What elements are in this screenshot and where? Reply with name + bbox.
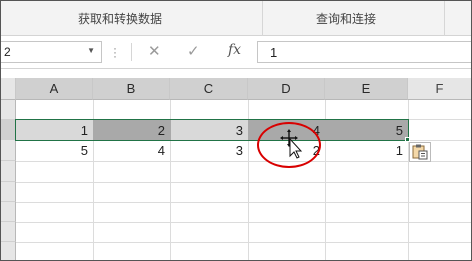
gridline xyxy=(16,161,472,162)
cell-b-row2[interactable]: 4 xyxy=(93,140,170,161)
column-header-e[interactable]: E xyxy=(325,78,408,100)
row-header[interactable] xyxy=(0,161,16,182)
name-box-dropdown-icon[interactable]: ▼ xyxy=(87,46,95,55)
cell-a-row2[interactable]: 5 xyxy=(16,140,93,161)
gridline xyxy=(16,222,472,223)
paste-options-icon xyxy=(412,144,428,160)
name-box[interactable]: 2 ▼ xyxy=(0,41,102,63)
formula-bar: 2 ▼ · · · ✕ ✓ fx 1 xyxy=(0,37,472,69)
ribbon-divider xyxy=(262,0,263,36)
row-header[interactable] xyxy=(0,100,16,120)
column-header-c[interactable]: C xyxy=(170,78,248,100)
formula-input-value: 1 xyxy=(270,45,278,60)
row-header[interactable] xyxy=(0,242,16,261)
ribbon-group-get-transform-data[interactable]: 获取和转换数据 xyxy=(78,10,162,27)
column-header-b[interactable]: B xyxy=(93,78,170,100)
column-header-a[interactable]: A xyxy=(16,78,93,100)
column-header-f[interactable]: F xyxy=(408,78,472,100)
ribbon-group-queries-connections[interactable]: 查询和连接 xyxy=(316,10,376,27)
row-header[interactable] xyxy=(0,202,16,222)
gridline xyxy=(16,202,472,203)
gridline xyxy=(16,182,472,183)
column-header-d[interactable]: D xyxy=(248,78,325,100)
formula-input[interactable]: 1 xyxy=(257,41,472,63)
cancel-icon[interactable]: ✕ xyxy=(148,42,161,60)
row-header[interactable] xyxy=(0,140,16,161)
fx-icon[interactable]: fx xyxy=(228,42,241,58)
sheet-grid[interactable]: A B C D E F 1 2 3 4 5 5 4 3 2 1 xyxy=(0,78,472,261)
formula-bar-divider xyxy=(131,43,132,61)
cell-c-row2[interactable]: 3 xyxy=(170,140,248,161)
formula-bar-grip-icon[interactable]: · · · xyxy=(113,42,117,62)
move-cursor-icon xyxy=(280,129,303,159)
ribbon-divider xyxy=(444,0,445,36)
row-header[interactable] xyxy=(0,182,16,202)
select-all-corner[interactable] xyxy=(0,78,16,100)
enter-icon[interactable]: ✓ xyxy=(187,42,200,60)
row-header[interactable] xyxy=(0,222,16,242)
ribbon-group-bar: 获取和转换数据 查询和连接 xyxy=(0,0,472,36)
selection-border xyxy=(15,119,409,141)
name-box-value: 2 xyxy=(4,45,11,59)
row-header-selected[interactable] xyxy=(0,120,16,140)
cell-e-row2[interactable]: 1 xyxy=(325,140,408,161)
paste-options-button[interactable] xyxy=(409,142,431,162)
gridline xyxy=(16,242,472,243)
